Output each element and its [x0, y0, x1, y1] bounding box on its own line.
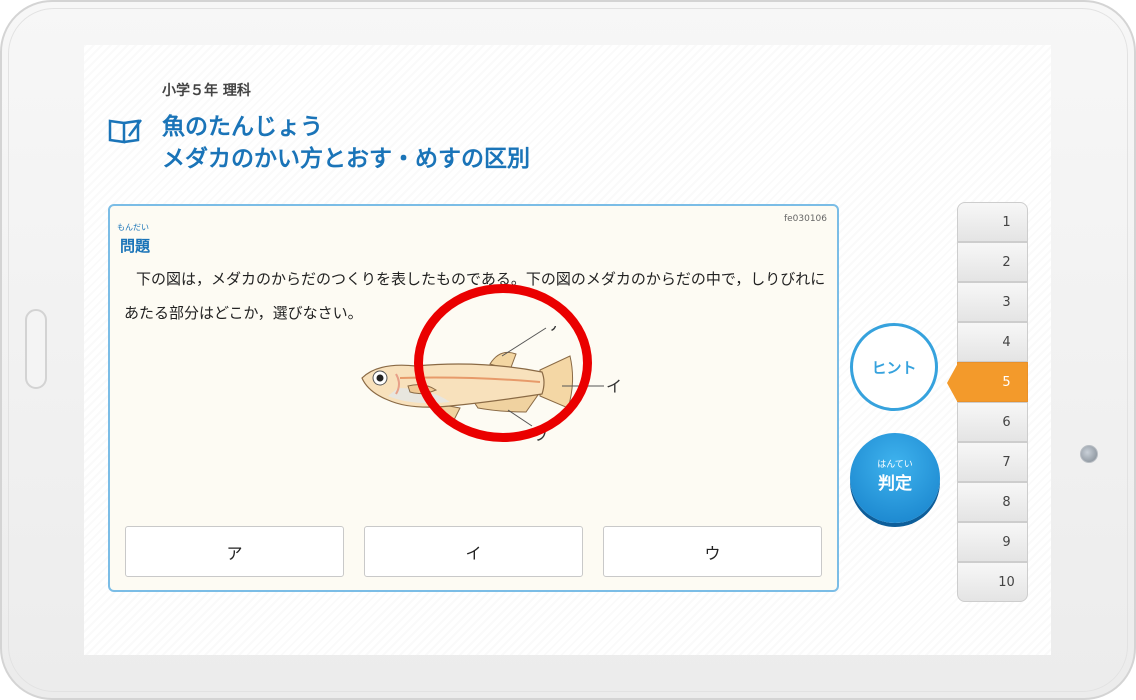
hint-button-label: ヒント: [871, 358, 917, 377]
judge-button-label: 判定: [878, 474, 912, 494]
figure-label-i: イ: [606, 379, 622, 396]
choice-u-button[interactable]: ウ: [603, 526, 822, 577]
tab-question-2[interactable]: 2: [957, 242, 1028, 282]
tab-question-10[interactable]: 10: [957, 562, 1028, 602]
tab-question-8[interactable]: 8: [957, 482, 1028, 522]
tab-question-1[interactable]: 1: [957, 202, 1028, 242]
tablet-home-button: [25, 309, 47, 389]
title-line-2: メダカのかい方とおす・めすの区別: [162, 146, 530, 172]
active-tab-arrow: [947, 363, 958, 403]
choice-a-button[interactable]: ア: [125, 526, 344, 577]
hint-button[interactable]: ヒント: [850, 323, 938, 411]
tab-question-6[interactable]: 6: [957, 402, 1028, 442]
tab-question-4[interactable]: 4: [957, 322, 1028, 362]
title-line-1: 魚のたんじょう: [162, 114, 323, 140]
tab-question-9[interactable]: 9: [957, 522, 1028, 562]
question-label-ruby: もんだい: [117, 223, 149, 232]
tab-question-3[interactable]: 3: [957, 282, 1028, 322]
question-label: 問題: [120, 237, 151, 255]
tab-question-7[interactable]: 7: [957, 442, 1028, 482]
tablet-camera: [1080, 445, 1098, 463]
page-title: 魚のたんじょう メダカのかい方とおす・めすの区別: [162, 111, 530, 175]
book-pencil-icon: [108, 119, 142, 144]
tab-question-5-label: 5: [1002, 374, 1011, 390]
tab-question-5[interactable]: 5: [947, 362, 1028, 403]
grade-subject-label: 小学５年 理科: [162, 83, 251, 99]
choice-i-button[interactable]: イ: [364, 526, 583, 577]
answer-highlight-circle: [414, 284, 592, 442]
judge-button[interactable]: はんてい 判定: [850, 433, 940, 523]
question-code: fe030106: [783, 214, 827, 224]
